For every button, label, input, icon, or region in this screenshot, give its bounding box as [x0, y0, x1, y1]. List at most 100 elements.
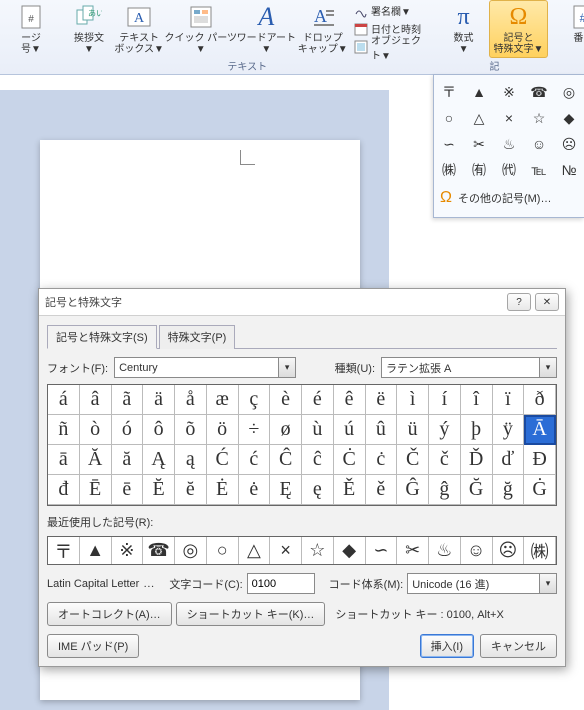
grid-cell[interactable]: õ	[175, 415, 207, 445]
grid-cell[interactable]: ĕ	[175, 475, 207, 505]
grid-cell[interactable]: ç	[239, 385, 271, 415]
system-combo[interactable]: Unicode (16 進) ▾	[407, 573, 557, 594]
grid-cell[interactable]: é	[302, 385, 334, 415]
symbol-cell[interactable]: ㈱	[437, 158, 461, 182]
grid-cell[interactable]: ē	[112, 475, 144, 505]
grid-cell[interactable]: å	[175, 385, 207, 415]
grid-cell[interactable]: đ	[48, 475, 80, 505]
help-button[interactable]: ?	[507, 293, 531, 311]
grid-cell[interactable]: ü	[397, 415, 429, 445]
symbol-cell[interactable]: ▲	[467, 80, 491, 104]
grid-cell[interactable]: â	[80, 385, 112, 415]
grid-cell[interactable]: Ā	[524, 415, 556, 445]
cancel-button[interactable]: キャンセル	[480, 634, 557, 658]
symbol-cell[interactable]: ✂	[467, 132, 491, 156]
grid-cell[interactable]: č	[429, 445, 461, 475]
grid-cell[interactable]: ĝ	[429, 475, 461, 505]
ime-pad-button[interactable]: IME パッド(P)	[47, 634, 139, 658]
grid-cell[interactable]: Ċ	[334, 445, 366, 475]
grid-cell[interactable]: ê	[334, 385, 366, 415]
recent-cell[interactable]: △	[239, 537, 271, 564]
textbox-button[interactable]: A テキスト ボックス▼	[114, 0, 164, 58]
symbol-cell[interactable]: ☎	[527, 80, 551, 104]
grid-cell[interactable]: Đ	[524, 445, 556, 475]
recent-cell[interactable]: ✂	[397, 537, 429, 564]
grid-cell[interactable]: ó	[112, 415, 144, 445]
grid-cell[interactable]: ä	[143, 385, 175, 415]
recent-cell[interactable]: ☺	[461, 537, 493, 564]
font-combo[interactable]: Century ▾	[114, 357, 296, 378]
recent-cell[interactable]: ☹	[493, 537, 525, 564]
symbol-cell[interactable]: 〒	[437, 80, 461, 104]
grid-cell[interactable]: ă	[112, 445, 144, 475]
grid-cell[interactable]: ø	[270, 415, 302, 445]
symbol-cell[interactable]: ◆	[557, 106, 581, 130]
grid-cell[interactable]: î	[461, 385, 493, 415]
grid-cell[interactable]: ë	[366, 385, 398, 415]
shortcutkey-button[interactable]: ショートカット キー(K)…	[176, 602, 326, 626]
equation-button[interactable]: π 数式 ▼	[441, 0, 487, 58]
grid-cell[interactable]: Ď	[461, 445, 493, 475]
grid-cell[interactable]: ą	[175, 445, 207, 475]
symbol-cell[interactable]: №	[557, 158, 581, 182]
grid-cell[interactable]: ò	[80, 415, 112, 445]
grid-cell[interactable]: ć	[239, 445, 271, 475]
signature-button[interactable]: 署名欄▼	[354, 2, 425, 19]
symbol-cell[interactable]: ◎	[557, 80, 581, 104]
subset-combo[interactable]: ラテン拡張 A ▾	[381, 357, 557, 378]
grid-cell[interactable]: ė	[239, 475, 271, 505]
number-button[interactable]: # 番号	[560, 0, 584, 47]
dropcap-button[interactable]: A ドロップ キャップ▼	[297, 0, 348, 58]
grid-cell[interactable]: ď	[493, 445, 525, 475]
grid-cell[interactable]: è	[270, 385, 302, 415]
grid-cell[interactable]: á	[48, 385, 80, 415]
grid-cell[interactable]: ú	[334, 415, 366, 445]
grid-cell[interactable]: ñ	[48, 415, 80, 445]
symbol-cell[interactable]: ∽	[437, 132, 461, 156]
grid-cell[interactable]: Ć	[207, 445, 239, 475]
recent-cell[interactable]: ☆	[302, 537, 334, 564]
symbol-cell[interactable]: ※	[497, 80, 521, 104]
grid-cell[interactable]: þ	[461, 415, 493, 445]
greeting-button[interactable]: あい 挨拶文 ▼	[66, 0, 112, 58]
grid-cell[interactable]: Ė	[207, 475, 239, 505]
grid-cell[interactable]: ù	[302, 415, 334, 445]
grid-cell[interactable]: ì	[397, 385, 429, 415]
grid-cell[interactable]: Ġ	[524, 475, 556, 505]
recent-cell[interactable]: ◎	[175, 537, 207, 564]
grid-cell[interactable]: ę	[302, 475, 334, 505]
grid-cell[interactable]: û	[366, 415, 398, 445]
code-input[interactable]	[247, 573, 315, 594]
wordart-button[interactable]: A ワードアート ▼	[237, 0, 295, 58]
grid-cell[interactable]: Ă	[80, 445, 112, 475]
symbol-cell[interactable]: ☺	[527, 132, 551, 156]
grid-cell[interactable]: ě	[366, 475, 398, 505]
grid-cell[interactable]: ö	[207, 415, 239, 445]
grid-cell[interactable]: Ē	[80, 475, 112, 505]
tab-special[interactable]: 特殊文字(P)	[159, 325, 236, 349]
grid-cell[interactable]: ĉ	[302, 445, 334, 475]
grid-cell[interactable]: Ą	[143, 445, 175, 475]
symbol-cell[interactable]: ㈹	[497, 158, 521, 182]
grid-cell[interactable]: ā	[48, 445, 80, 475]
recent-cell[interactable]: ㈱	[524, 537, 556, 564]
grid-cell[interactable]: Č	[397, 445, 429, 475]
close-button[interactable]: ✕	[535, 293, 559, 311]
grid-cell[interactable]: Ĕ	[143, 475, 175, 505]
symbol-cell[interactable]: △	[467, 106, 491, 130]
recent-cell[interactable]: ※	[112, 537, 144, 564]
grid-cell[interactable]: Ĝ	[397, 475, 429, 505]
symbol-cell[interactable]: ㈲	[467, 158, 491, 182]
grid-cell[interactable]: Ĉ	[270, 445, 302, 475]
chevron-down-icon[interactable]: ▾	[278, 358, 295, 377]
tab-symbols[interactable]: 記号と特殊文字(S)	[47, 325, 157, 349]
recent-cell[interactable]: ◆	[334, 537, 366, 564]
grid-cell[interactable]: ÿ	[493, 415, 525, 445]
quickparts-button[interactable]: クイック パーツ ▼	[166, 0, 235, 58]
insert-button[interactable]: 挿入(I)	[420, 634, 474, 658]
symbol-cell[interactable]: ℡	[527, 158, 551, 182]
grid-cell[interactable]: ğ	[493, 475, 525, 505]
object-button[interactable]: オブジェクト▼	[354, 38, 425, 55]
grid-cell[interactable]: ô	[143, 415, 175, 445]
page-number-button[interactable]: # ージ 号▼	[8, 0, 54, 58]
